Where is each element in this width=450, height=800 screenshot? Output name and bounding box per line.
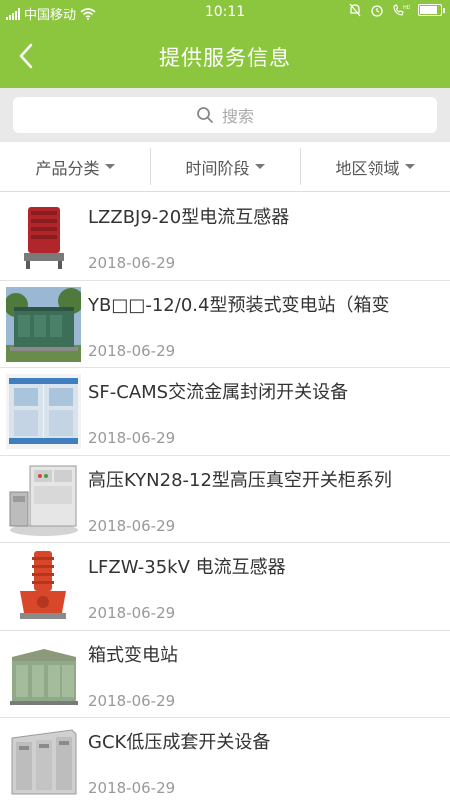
alarm-clock-icon: [371, 5, 383, 17]
green-box-substation-image: [6, 636, 81, 712]
item-title: 高压KYN28-12型高压真空开关柜系列: [88, 469, 392, 491]
search-icon: [197, 107, 213, 123]
green-box-substation-outdoor-image: [6, 286, 81, 362]
item-title: GCK低压成套开关设备: [88, 732, 271, 753]
filter-bar: 产品分类 时间阶段 地区领域: [0, 142, 450, 192]
list-item[interactable]: LZZBJ9-20型电流互感器 2018-06-29: [0, 193, 450, 281]
service-list: LZZBJ9-20型电流互感器 2018-06-29 YB□□-12/0.4型预…: [0, 193, 450, 800]
page-title: 提供服务信息: [159, 46, 291, 70]
filter-product-category[interactable]: 产品分类: [0, 142, 150, 191]
caret-down-icon: [254, 164, 265, 169]
nav-bar: 提供服务信息: [0, 24, 450, 88]
list-item[interactable]: 箱式变电站 2018-06-29: [0, 631, 450, 718]
header-bar: 中国移动 10:11 HD 提供服务信息: [0, 0, 450, 88]
caret-down-icon: [104, 164, 115, 169]
orange-current-transformer-image: [6, 549, 81, 624]
alarm-off-icon: [349, 3, 361, 17]
item-date: 2018-06-29: [88, 429, 176, 447]
search-input[interactable]: 搜索: [13, 97, 437, 133]
item-date: 2018-06-29: [88, 604, 176, 622]
list-item[interactable]: GCK低压成套开关设备 2018-06-29: [0, 718, 450, 800]
item-date: 2018-06-29: [88, 516, 176, 535]
filter-label: 产品分类: [35, 158, 100, 178]
status-bar: 中国移动 10:11 HD: [0, 0, 450, 24]
item-date: 2018-06-29: [88, 691, 176, 710]
filter-time-period[interactable]: 时间阶段: [150, 142, 300, 191]
item-title: LFZW-35kV 电流互感器: [88, 557, 286, 578]
list-item[interactable]: SF-CAMS交流金属封闭开关设备 2018-06-29: [0, 368, 450, 456]
hd-call-icon: HD: [393, 4, 410, 16]
item-date: 2018-06-29: [88, 254, 176, 272]
caret-down-icon: [404, 164, 415, 169]
item-title: 箱式变电站: [88, 644, 178, 666]
svg-text:HD: HD: [403, 5, 410, 11]
item-date: 2018-06-29: [88, 341, 176, 360]
list-item[interactable]: LFZW-35kV 电流互感器 2018-06-29: [0, 543, 450, 631]
grey-vacuum-switchgear-image: [6, 461, 81, 537]
blue-switchgear-cabinet-image: [6, 374, 81, 449]
item-title: SF-CAMS交流金属封闭开关设备: [88, 382, 349, 403]
filter-region[interactable]: 地区领域: [300, 142, 450, 191]
item-title: YB□□-12/0.4型预装式变电站（箱变: [88, 294, 390, 316]
list-item[interactable]: 高压KYN28-12型高压真空开关柜系列 2018-06-29: [0, 456, 450, 543]
search-area: 搜索: [0, 88, 450, 142]
filter-label: 地区领域: [335, 158, 400, 178]
filter-label: 时间阶段: [185, 158, 250, 178]
red-current-transformer-image: [6, 199, 81, 274]
item-date: 2018-06-29: [88, 779, 176, 797]
search-placeholder: 搜索: [221, 107, 254, 126]
battery-icon: [418, 4, 445, 16]
item-title: LZZBJ9-20型电流互感器: [88, 207, 290, 228]
list-item[interactable]: YB□□-12/0.4型预装式变电站（箱变 2018-06-29: [0, 281, 450, 368]
grey-low-voltage-switchgear-image: [6, 724, 81, 799]
